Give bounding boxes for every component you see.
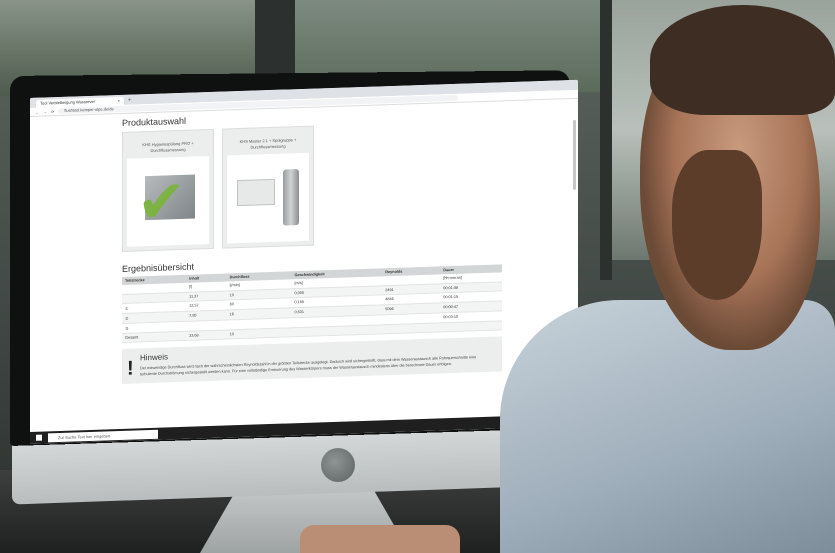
- pipe-group-image: [283, 169, 299, 226]
- forward-icon[interactable]: →: [43, 109, 47, 114]
- close-icon[interactable]: ×: [118, 97, 120, 105]
- product-card[interactable]: KHS Hygienespülung PRO + Durchflussmessu…: [122, 128, 214, 252]
- product-image: ✔: [127, 156, 209, 247]
- product-title: KHS Master 2.1 + Spülgruppe + Durchfluss…: [239, 137, 297, 150]
- table-cell: 10: [226, 327, 292, 339]
- product-card[interactable]: KHS Master 2.1 + Spülgruppe + Durchfluss…: [222, 125, 314, 249]
- hinweis-box: ! Hinweis Der notwendige Durchfluss wird…: [122, 335, 502, 384]
- controller-image: [237, 178, 275, 207]
- person-beard: [672, 150, 762, 300]
- checkmark-icon: ✔: [137, 168, 186, 236]
- results-table: Teilstrecke Inhalt Durchfluss Geschwindi…: [122, 264, 502, 342]
- page-content: Produktauswahl KHS Hygienespülung PRO + …: [30, 99, 578, 387]
- reload-icon[interactable]: ⟳: [51, 109, 54, 114]
- table-cell: [382, 322, 441, 334]
- exclamation-icon: !: [127, 357, 134, 380]
- window-frame: [600, 0, 612, 280]
- scrollbar[interactable]: [573, 119, 576, 190]
- product-cards: KHS Hygienespülung PRO + Durchflussmessu…: [122, 117, 578, 252]
- table-cell: [440, 320, 502, 332]
- new-tab-button[interactable]: +: [124, 96, 136, 104]
- monitor-screen: Tool Verbleibeigung Wasserver × + ← → ⟳ …: [30, 79, 578, 444]
- back-icon[interactable]: ←: [35, 109, 39, 114]
- taskbar-search-input[interactable]: Zur Suche Text hier eingeben: [48, 429, 158, 442]
- logo-icon: [321, 448, 355, 482]
- product-image: [227, 152, 309, 244]
- windows-icon[interactable]: [36, 434, 42, 441]
- table-cell: Gesamt: [122, 330, 187, 342]
- table-cell: [291, 324, 383, 337]
- person-shirt: [500, 300, 835, 553]
- product-title: KHS Hygienespülung PRO + Durchflussmessu…: [142, 140, 194, 154]
- table-cell: 33,68: [186, 329, 227, 340]
- person-hair: [650, 5, 835, 115]
- person-hand: [300, 525, 460, 553]
